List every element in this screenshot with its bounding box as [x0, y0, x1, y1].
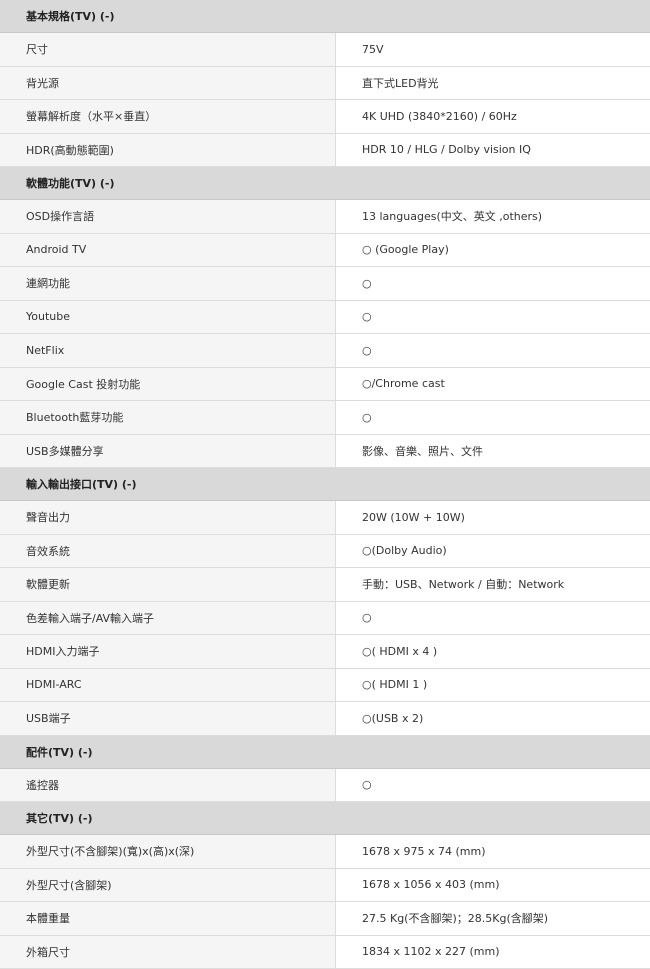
spec-section: 其它(TV) (-) 外型尺寸(不含腳架)(寬)x(高)x(深) 1678 x 97…: [0, 802, 650, 969]
spec-label: USB端子: [0, 702, 336, 735]
spec-label: 螢幕解析度（水平×垂直）: [0, 100, 336, 133]
spec-row: 本體重量 27.5 Kg(不含腳架)；28.5Kg(含腳架): [0, 902, 650, 936]
spec-label: 本體重量: [0, 902, 336, 935]
spec-row: 音效系統 ○(Dolby Audio): [0, 534, 650, 568]
spec-value: 手動：USB、Network / 自動：Network: [336, 568, 650, 601]
spec-row: HDMI入力端子 ○( HDMI x 4 ): [0, 635, 650, 669]
spec-row: Android TV ○ (Google Play): [0, 233, 650, 267]
spec-value: 75V: [336, 33, 650, 66]
spec-value: ○(USB x 2): [336, 702, 650, 735]
spec-row: 外型尺寸(含腳架) 1678 x 1056 x 403 (mm): [0, 868, 650, 902]
spec-label: 尺寸: [0, 33, 336, 66]
spec-row: 外型尺寸(不含腳架)(寬)x(高)x(深) 1678 x 975 x 74 (mm…: [0, 835, 650, 869]
spec-label: OSD操作言語: [0, 200, 336, 233]
spec-row: 遙控器 ○: [0, 768, 650, 802]
spec-value: 直下式LED背光: [336, 66, 650, 99]
spec-value: ○: [336, 334, 650, 367]
spec-value: 20W (10W + 10W): [336, 501, 650, 534]
spec-row: Youtube ○: [0, 300, 650, 334]
spec-label: 背光源: [0, 66, 336, 99]
spec-label: NetFlix: [0, 334, 336, 367]
spec-row: 連網功能 ○: [0, 267, 650, 301]
spec-section: 輸入輸出接口(TV) (-) 聲音出力 20W (10W + 10W) 音效系統 ○(D…: [0, 468, 650, 736]
spec-value: ○( HDMI 1 ): [336, 668, 650, 701]
spec-row: Bluetooth藍芽功能 ○: [0, 401, 650, 435]
section-header[interactable]: 其它(TV) (-): [0, 802, 650, 835]
spec-value: ○: [336, 601, 650, 634]
spec-value: 13 languages(中文、英文 ,others): [336, 200, 650, 233]
spec-section: 基本規格(TV) (-) 尺寸 75V 背光源 直下式LED背光 螢幕解析度（水平×垂直）…: [0, 0, 650, 167]
spec-row: 背光源 直下式LED背光: [0, 66, 650, 100]
section-header[interactable]: 輸入輸出接口(TV) (-): [0, 468, 650, 501]
spec-value: 27.5 Kg(不含腳架)；28.5Kg(含腳架): [336, 902, 650, 935]
spec-label: 色差輸入端子/AV輸入端子: [0, 601, 336, 634]
spec-row: USB端子 ○(USB x 2): [0, 702, 650, 736]
spec-label: 外箱尺寸: [0, 935, 336, 968]
spec-value: 1678 x 975 x 74 (mm): [336, 835, 650, 868]
spec-label: 外型尺寸(含腳架): [0, 868, 336, 901]
spec-row: OSD操作言語 13 languages(中文、英文 ,others): [0, 200, 650, 234]
spec-label: HDR(高動態範圍): [0, 133, 336, 166]
spec-row: 軟體更新 手動：USB、Network / 自動：Network: [0, 568, 650, 602]
spec-label: USB多媒體分享: [0, 434, 336, 467]
spec-row: 聲音出力 20W (10W + 10W): [0, 501, 650, 535]
section-header[interactable]: 配件(TV) (-): [0, 735, 650, 769]
spec-value: ○: [336, 267, 650, 300]
spec-label: Youtube: [0, 300, 336, 333]
spec-section: 軟體功能(TV) (-) OSD操作言語 13 languages(中文、英文 ,o…: [0, 167, 650, 468]
spec-row: HDR(高動態範圍) HDR 10 / HLG / Dolby vision IQ: [0, 133, 650, 167]
spec-label: Bluetooth藍芽功能: [0, 401, 336, 434]
spec-value: ○/Chrome cast: [336, 367, 650, 400]
spec-row: HDMI-ARC ○( HDMI 1 ): [0, 668, 650, 702]
spec-row: 尺寸 75V: [0, 33, 650, 67]
spec-row: NetFlix ○: [0, 334, 650, 368]
spec-label: HDMI入力端子: [0, 635, 336, 668]
spec-value: ○: [336, 300, 650, 333]
spec-section: 配件(TV) (-) 遙控器 ○: [0, 735, 650, 802]
spec-value: ○ (Google Play): [336, 233, 650, 266]
spec-value: ○( HDMI x 4 ): [336, 635, 650, 668]
spec-label: 聲音出力: [0, 501, 336, 534]
spec-value: ○: [336, 401, 650, 434]
spec-value: 4K UHD (3840*2160) / 60Hz: [336, 100, 650, 133]
spec-label: 外型尺寸(不含腳架)(寬)x(高)x(深): [0, 835, 336, 868]
spec-value: 1834 x 1102 x 227 (mm): [336, 935, 650, 968]
spec-value: ○: [336, 768, 650, 801]
section-header[interactable]: 軟體功能(TV) (-): [0, 167, 650, 200]
spec-label: 遙控器: [0, 768, 336, 801]
spec-label: HDMI-ARC: [0, 668, 336, 701]
spec-row: 色差輸入端子/AV輸入端子 ○: [0, 601, 650, 635]
spec-value: 1678 x 1056 x 403 (mm): [336, 868, 650, 901]
spec-row: USB多媒體分享 影像、音樂、照片、文件: [0, 434, 650, 468]
spec-label: 軟體更新: [0, 568, 336, 601]
spec-value: ○(Dolby Audio): [336, 534, 650, 567]
spec-label: Google Cast 投射功能: [0, 367, 336, 400]
spec-label: 連網功能: [0, 267, 336, 300]
spec-value: HDR 10 / HLG / Dolby vision IQ: [336, 133, 650, 166]
spec-label: 音效系統: [0, 534, 336, 567]
spec-table: 基本規格(TV) (-) 尺寸 75V 背光源 直下式LED背光 螢幕解析度（水平×垂直）…: [0, 0, 650, 969]
spec-value: 影像、音樂、照片、文件: [336, 434, 650, 467]
spec-row: 外箱尺寸 1834 x 1102 x 227 (mm): [0, 935, 650, 969]
spec-row: Google Cast 投射功能 ○/Chrome cast: [0, 367, 650, 401]
spec-row: 螢幕解析度（水平×垂直） 4K UHD (3840*2160) / 60Hz: [0, 100, 650, 134]
spec-label: Android TV: [0, 233, 336, 266]
section-header[interactable]: 基本規格(TV) (-): [0, 0, 650, 33]
